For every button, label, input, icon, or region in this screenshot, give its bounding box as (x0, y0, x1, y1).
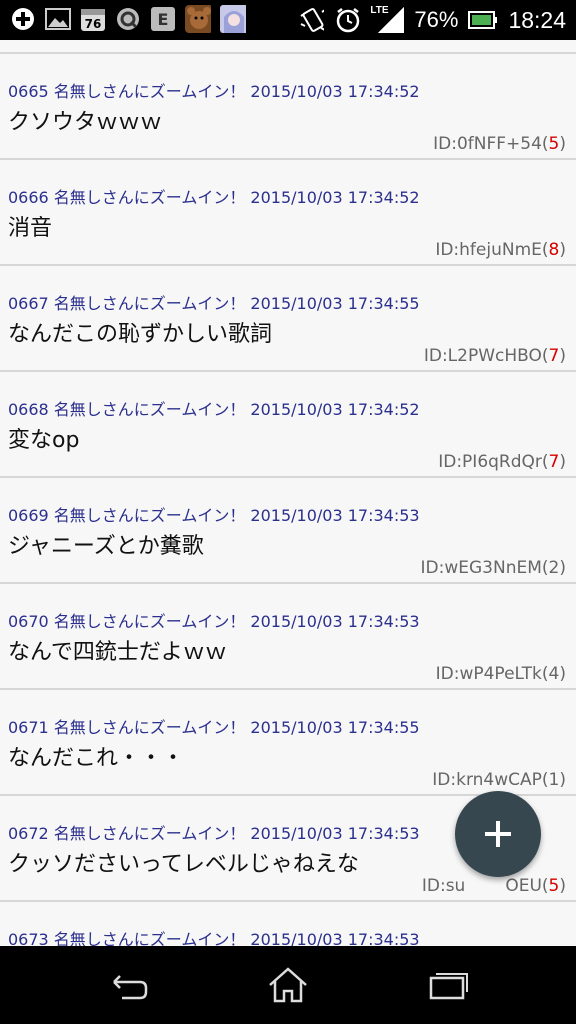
post-id-tail: OEU( (505, 876, 549, 896)
post-header[interactable]: 0666 名無しさんにズームイン！ 2015/10/03 17:34:52 (8, 184, 420, 208)
alarm-icon (334, 7, 360, 33)
post-id-close: ) (559, 558, 566, 578)
post-body: なんで四銃士だよｗｗ (8, 640, 227, 665)
post-body: 消音 (8, 216, 53, 241)
post-id[interactable]: ID:wP4PeLTk(4) (436, 664, 566, 684)
post-id-text: ID:wP4PeLTk( (435, 664, 549, 684)
post-item[interactable]: 0666 名無しさんにズームイン！ 2015/10/03 17:34:52 消音 I… (0, 160, 576, 266)
e-app-icon: E (150, 6, 176, 32)
lte-signal-icon: LTE (370, 5, 405, 33)
calendar-badge: 76 (85, 17, 102, 31)
post-id-count[interactable]: 8 (549, 240, 560, 260)
plus-icon (485, 821, 511, 847)
home-icon (269, 967, 307, 1003)
network-label: LTE (370, 5, 389, 16)
back-button[interactable] (104, 964, 152, 1006)
post-id-close: ) (559, 770, 566, 790)
post-id-text: ID:wEG3NnEM( (420, 558, 549, 578)
post-id-text: ID:0fNFF+54( (433, 134, 549, 154)
post-id-count[interactable]: 7 (549, 346, 560, 366)
post-item[interactable]: 0670 名無しさんにズームイン！ 2015/10/03 17:34:53 なんで… (0, 584, 576, 690)
q-app-icon (115, 6, 141, 32)
post-id-close: ) (559, 452, 566, 472)
post-id-text: ID:hfejuNmE( (435, 240, 549, 260)
post-id[interactable]: ID:wEG3NnEM(2) (421, 558, 566, 578)
post-id[interactable]: ID:su OEU(5) (422, 876, 566, 896)
post-body: クッソださいってレベルじゃねえな (8, 852, 359, 877)
recents-icon (429, 973, 468, 1000)
post-id-count[interactable]: 2 (549, 558, 560, 578)
anime-app-icon (220, 5, 246, 33)
post-id-close: ) (559, 346, 566, 366)
post-header[interactable]: 0668 名無しさんにズームイン！ 2015/10/03 17:34:52 (8, 396, 420, 420)
post-id-count[interactable]: 5 (549, 134, 560, 154)
recents-button[interactable] (424, 964, 472, 1006)
clock: 18:24 (508, 6, 566, 33)
post-body: なんだこの恥ずかしい歌詞 (8, 322, 273, 347)
post-id-count[interactable]: 7 (549, 452, 560, 472)
post-id-text: ID:su (421, 876, 466, 896)
post-header[interactable]: 0669 名無しさんにズームイン！ 2015/10/03 17:34:53 (8, 502, 420, 526)
post-id[interactable]: ID:PI6qRdQr(7) (438, 452, 566, 472)
battery-icon (468, 7, 498, 33)
post-item[interactable]: 0673 名無しさんにズームイン！ 2015/10/03 17:34:53ほこの… (0, 902, 576, 946)
status-bar: 76 E LTE 76% 18:24 (0, 0, 576, 40)
home-button[interactable] (264, 964, 312, 1006)
previous-post-tail (0, 40, 576, 54)
post-id-close: ) (559, 876, 566, 896)
vibrate-icon (298, 7, 325, 33)
back-icon (113, 975, 148, 1000)
post-id-close: ) (559, 664, 566, 684)
post-id[interactable]: ID:krn4wCAP(1) (432, 770, 566, 790)
post-id-text: ID:L2PWcHBO( (423, 346, 549, 366)
post-id-count[interactable]: 1 (549, 770, 560, 790)
post-id[interactable]: ID:0fNFF+54(5) (433, 134, 566, 154)
post-id-close: ) (559, 240, 566, 260)
post-id-text: ID:PI6qRdQr( (438, 452, 549, 472)
post-id-count[interactable]: 5 (549, 876, 560, 896)
plus-icon (10, 6, 36, 32)
system-icons: LTE 76% 18:24 (298, 0, 566, 40)
image-icon (45, 6, 71, 32)
post-body: 変なop (8, 428, 80, 453)
battery-percent: 76% (414, 7, 459, 32)
new-post-button[interactable] (455, 791, 541, 877)
system-nav-bar (0, 946, 576, 1024)
post-id-close: ) (559, 134, 566, 154)
post-body: ジャニーズとか糞歌 (8, 534, 204, 559)
post-header[interactable]: 0672 名無しさんにズームイン！ 2015/10/03 17:34:53 (8, 820, 420, 844)
post-header[interactable]: 0665 名無しさんにズームイン！ 2015/10/03 17:34:52 (8, 78, 420, 102)
post-body: なんだこれ・・・ (8, 746, 185, 771)
post-id-count[interactable]: 4 (549, 664, 560, 684)
post-id[interactable]: ID:L2PWcHBO(7) (424, 346, 566, 366)
post-body: クソウタｗｗｗ (8, 110, 163, 135)
notification-icons: 76 E (10, 5, 246, 33)
post-id[interactable]: ID:hfejuNmE(8) (435, 240, 566, 260)
post-header[interactable]: 0671 名無しさんにズームイン！ 2015/10/03 17:34:55 (8, 714, 420, 738)
bear-app-icon (185, 5, 211, 33)
calendar-icon: 76 (80, 6, 106, 32)
svg-text:E: E (158, 10, 169, 29)
post-header[interactable]: 0670 名無しさんにズームイン！ 2015/10/03 17:34:53 (8, 608, 420, 632)
post-item[interactable]: 0667 名無しさんにズームイン！ 2015/10/03 17:34:55 なんだ… (0, 266, 576, 372)
post-item[interactable]: 0669 名無しさんにズームイン！ 2015/10/03 17:34:53 ジャニ… (0, 478, 576, 584)
post-header[interactable]: 0673 名無しさんにズームイン！ 2015/10/03 17:34:53 (8, 926, 420, 946)
post-id-text: ID:krn4wCAP( (432, 770, 549, 790)
post-header[interactable]: 0667 名無しさんにズームイン！ 2015/10/03 17:34:55 (8, 290, 420, 314)
post-item[interactable]: 0668 名無しさんにズームイン！ 2015/10/03 17:34:52 変なo… (0, 372, 576, 478)
post-item[interactable]: 0665 名無しさんにズームイン！ 2015/10/03 17:34:52 クソウ… (0, 54, 576, 160)
post-item[interactable]: 0671 名無しさんにズームイン！ 2015/10/03 17:34:55 なんだ… (0, 690, 576, 796)
